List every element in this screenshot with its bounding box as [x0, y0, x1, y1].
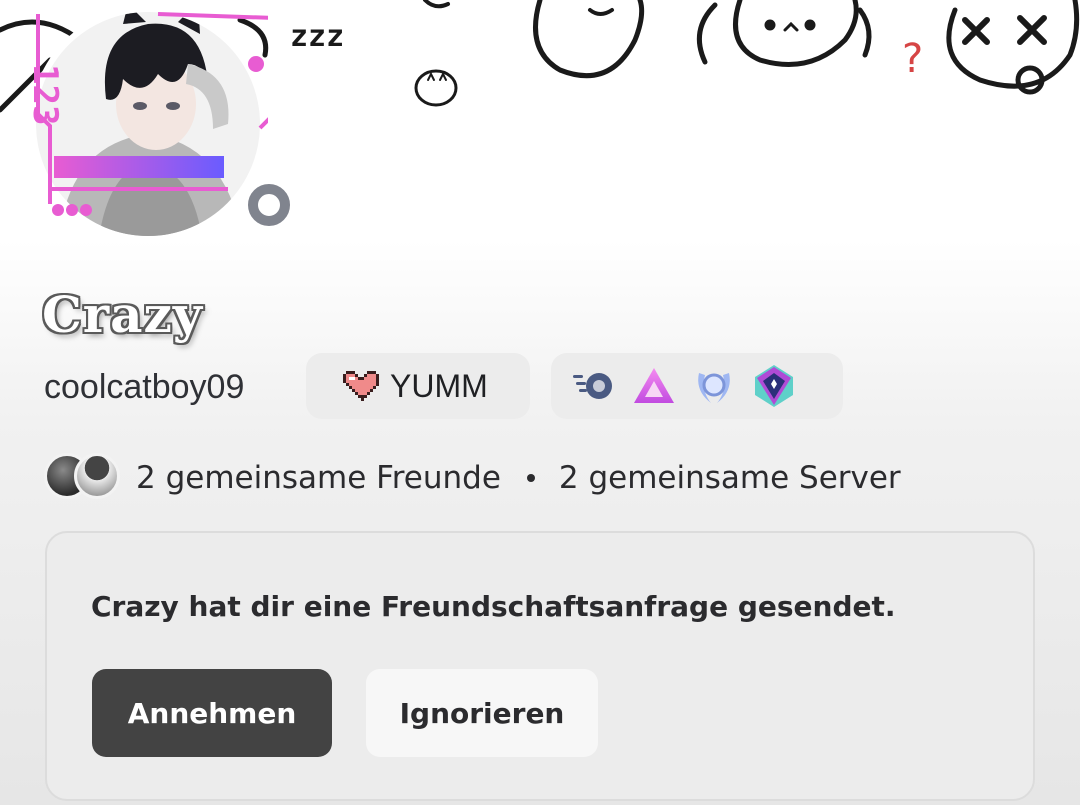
username[interactable]: coolcatboy09 [44, 364, 244, 410]
mutual-friends-link[interactable]: 2 gemeinsame Freunde [136, 458, 501, 498]
friend-request-message: Crazy hat dir eine Freundschaftsanfrage … [91, 590, 896, 623]
svg-text:123: 123 [28, 64, 65, 125]
clan-tag-label: YUMM [390, 367, 488, 404]
ignore-request-button[interactable]: Ignorieren [366, 669, 598, 757]
avatar-image: 123 [25, 6, 276, 242]
pixel-heart-icon [343, 371, 379, 401]
mutual-friends-avatars[interactable] [44, 453, 124, 499]
laurel-badge-icon[interactable] [691, 363, 737, 409]
display-name: Crazy [42, 285, 203, 344]
badge-list [551, 353, 843, 419]
avatar[interactable]: 123 [25, 4, 297, 244]
friend-request-card: Crazy hat dir eine Freundschaftsanfrage … [45, 531, 1035, 801]
mutual-friend-avatar [74, 453, 120, 499]
banner-doodle-text: zzz [290, 19, 344, 54]
mutuals-summary: 2 gemeinsame Freunde 2 gemeinsame Server [136, 458, 901, 498]
nitro-badge-icon[interactable] [571, 363, 617, 409]
offline-status-icon [248, 184, 290, 226]
status-indicator [241, 177, 297, 233]
question-mark-doodle: ? [902, 36, 923, 82]
hypesquad-triangle-badge-icon[interactable] [631, 363, 677, 409]
server-boost-gem-badge-icon[interactable] [751, 363, 797, 409]
accept-request-button[interactable]: Annehmen [92, 669, 332, 757]
separator-dot [526, 474, 535, 482]
mutual-servers-link[interactable]: 2 gemeinsame Server [559, 458, 901, 498]
clan-tag[interactable]: YUMM [306, 353, 530, 419]
